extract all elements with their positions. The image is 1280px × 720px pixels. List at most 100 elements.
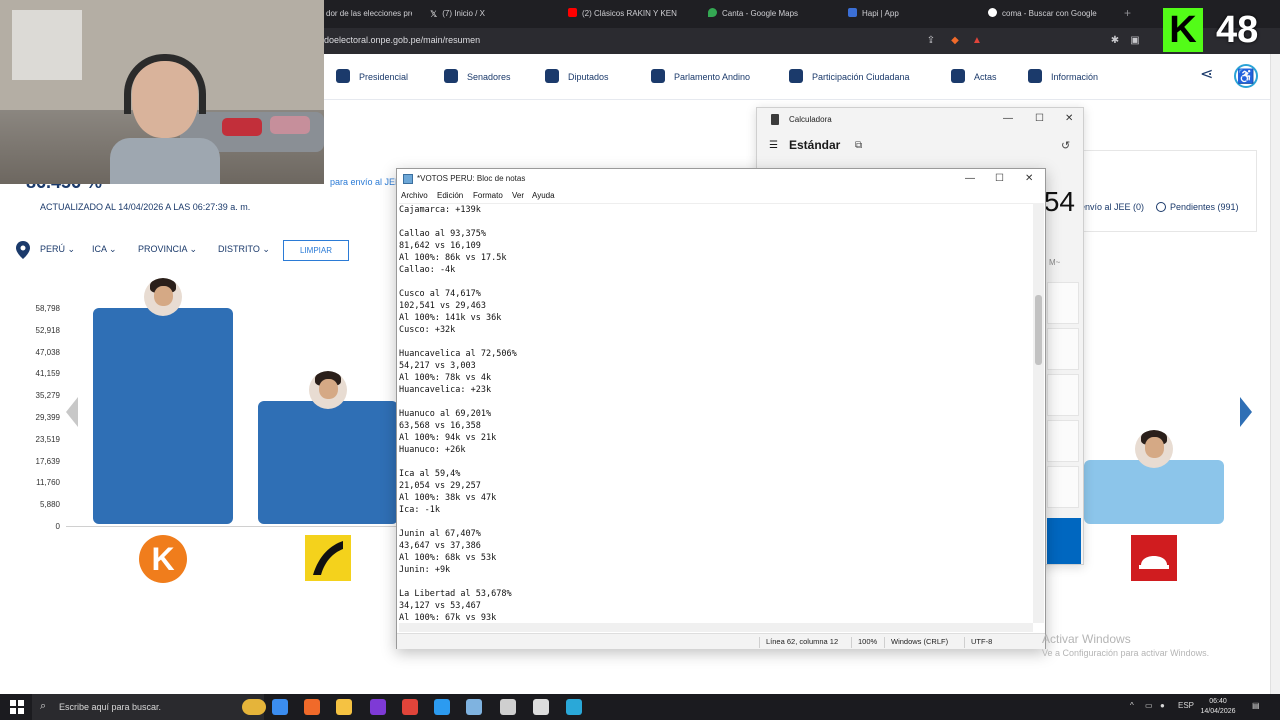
menu-ver[interactable]: Ver [512, 191, 524, 200]
result-bar[interactable] [93, 308, 233, 524]
nav-item-participacion[interactable]: Participación Ciudadana [789, 68, 910, 86]
zoom-level: 100% [851, 637, 877, 648]
notepad-text-area[interactable]: Cajamarca: +139k Callao al 93,375% 81,642 … [399, 203, 1033, 623]
horizontal-scrollbar[interactable] [399, 623, 1033, 632]
close-button[interactable]: ✕ [1025, 172, 1033, 186]
scroll-thumb[interactable] [1035, 295, 1042, 365]
vertical-scrollbar[interactable] [1033, 203, 1044, 623]
chrome-app-icon[interactable] [533, 699, 549, 715]
filter-country[interactable]: PERÚ ⌄ [40, 244, 75, 255]
calculator-key[interactable] [1047, 466, 1079, 508]
chevron-up-icon[interactable]: ^ [1130, 701, 1134, 710]
nav-item-senadores[interactable]: Senadores [444, 68, 511, 86]
browser-tab[interactable]: (2) Clásicos RAKIN Y KEN [568, 5, 688, 23]
app-red-icon[interactable] [402, 699, 418, 715]
network-icon[interactable]: ▭ [1145, 701, 1153, 710]
taskbar: ⌕ Escribe aquí para buscar. ^ ▭ ● ESP 06… [0, 694, 1280, 720]
notepad-line: Cusco: +32k [399, 325, 456, 335]
chevron-down-icon: ⌄ [67, 244, 76, 254]
calculator-key[interactable] [1047, 282, 1079, 324]
search-icon: ⌕ [40, 700, 47, 712]
new-tab-button[interactable]: + [1124, 5, 1131, 21]
app-teal-icon[interactable] [566, 699, 582, 715]
memory-label[interactable]: M~ [1049, 258, 1060, 267]
calculator-key[interactable] [1047, 328, 1079, 370]
menu-ayuda[interactable]: Ayuda [532, 191, 555, 200]
x-axis-line [66, 526, 396, 527]
menu-archivo[interactable]: Archivo [401, 191, 428, 200]
browser-tab[interactable]: Canta - Google Maps [708, 5, 828, 23]
info-icon [1028, 69, 1042, 83]
notifications-icon[interactable]: ▤ [1252, 701, 1260, 710]
maximize-button[interactable]: ☐ [1035, 112, 1044, 126]
nav-item-diputados[interactable]: Diputados [545, 68, 609, 86]
keep-on-top-icon[interactable]: ⧉ [855, 140, 862, 151]
chevron-left-icon[interactable] [64, 397, 80, 427]
menu-edicion[interactable]: Edición [437, 191, 463, 200]
calculator-key[interactable] [1047, 374, 1079, 416]
clear-filters-button[interactable]: LIMPIAR [283, 240, 349, 261]
result-bar[interactable] [1084, 459, 1224, 524]
hamburger-icon[interactable]: ☰ [769, 140, 778, 151]
streamer [110, 54, 220, 184]
notepad-titlebar[interactable]: *VOTOS PERU: Bloc de notas — ☐ ✕ [397, 169, 1045, 189]
nav-item-presidencial[interactable]: Presidencial [336, 68, 408, 86]
notepad-line: Callao: -4k [399, 265, 456, 275]
calculator-key[interactable] [1047, 420, 1079, 462]
extensions-icon[interactable]: ✱ [1108, 34, 1122, 48]
youtube-icon [568, 8, 577, 17]
share-icon[interactable]: ⋖ [1200, 66, 1218, 84]
nav-item-actas[interactable]: Actas [951, 68, 997, 86]
browser-tab[interactable]: dor de las elecciones pre [326, 5, 412, 23]
explorer-app-icon[interactable] [336, 699, 352, 715]
notepad-line: Huancavelica: +23k [399, 385, 492, 395]
legend-jee: envío al JEE (0) [1080, 202, 1145, 212]
chevron-down-icon: ⌄ [189, 244, 198, 254]
notepad-app-icon[interactable] [466, 699, 482, 715]
page-scrollbar[interactable] [1270, 54, 1280, 694]
calculator-app-icon[interactable] [500, 699, 516, 715]
accessibility-icon[interactable]: ♿ [1234, 64, 1258, 88]
result-bar[interactable] [258, 400, 398, 524]
chevron-right-icon[interactable] [1238, 397, 1254, 427]
history-icon[interactable]: ↺ [1061, 139, 1070, 152]
equals-button[interactable] [1047, 518, 1081, 564]
notepad-line: Al 100%: 78k vs 4k [399, 373, 492, 383]
sidebar-icon[interactable]: ▣ [1128, 34, 1142, 48]
y-tick-label: 58,798 [35, 304, 60, 313]
brave-app-icon[interactable] [304, 699, 320, 715]
microphone-icon[interactable]: ● [1160, 701, 1165, 710]
windows-start-icon[interactable] [10, 700, 24, 714]
notepad-line: Al 100%: 141k vs 36k [399, 313, 502, 323]
url-text[interactable]: doelectoral.onpe.gob.pe/main/resumen [324, 35, 480, 45]
taskbar-clock[interactable]: 06:40 14/04/2026 [1196, 697, 1240, 717]
notepad-line: Huanuco: +26k [399, 445, 466, 455]
close-button[interactable]: ✕ [1065, 112, 1073, 126]
browser-tab[interactable]: Hapi | App [848, 5, 968, 23]
browser-tab[interactable]: 𝕏 (7) Inicio / X [430, 5, 550, 23]
brave-shield-icon[interactable]: ◆ [948, 34, 962, 48]
nav-item-informacion[interactable]: Información [1028, 68, 1098, 86]
nav-item-parlamento-andino[interactable]: Parlamento Andino [651, 68, 750, 86]
legend-pendientes[interactable]: Pendientes (991) [1156, 202, 1239, 212]
taskbar-search[interactable]: ⌕ Escribe aquí para buscar. [32, 694, 266, 720]
browser-tab[interactable]: coma - Buscar con Google [988, 5, 1118, 23]
minimize-button[interactable]: — [965, 172, 975, 186]
share-page-icon[interactable]: ⇪ [924, 34, 938, 48]
app-blue-icon[interactable] [434, 699, 450, 715]
menu-formato[interactable]: Formato [473, 191, 503, 200]
minimize-button[interactable]: — [1003, 112, 1013, 126]
notepad-line: Junin al 67,407% [399, 529, 481, 539]
maximize-button[interactable]: ☐ [995, 172, 1004, 186]
notepad-line: 63,568 vs 16,358 [399, 421, 481, 431]
filter-district[interactable]: DISTRITO ⌄ [218, 244, 270, 255]
filter-department[interactable]: ICA ⌄ [92, 244, 117, 255]
brave-rewards-icon[interactable]: ▲ [970, 34, 984, 48]
obs-app-icon[interactable] [370, 699, 386, 715]
language-indicator[interactable]: ESP [1178, 701, 1194, 710]
filter-province[interactable]: PROVINCIA ⌄ [138, 244, 197, 255]
participation-icon [789, 69, 803, 83]
copilot-app-icon[interactable] [272, 699, 288, 715]
encoding: UTF-8 [964, 637, 992, 648]
notepad-line: Junin: +9k [399, 565, 451, 575]
